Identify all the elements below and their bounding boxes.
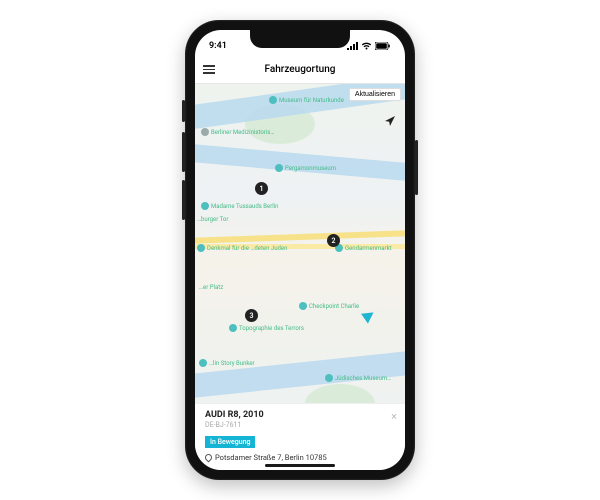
vehicle-address: Potsdamer Straße 7, Berlin 10785 <box>205 453 395 462</box>
vehicle-marker[interactable]: 3 <box>245 309 258 322</box>
location-arrow-icon <box>384 115 396 127</box>
nav-bar: Fahrzeugortung <box>195 56 405 84</box>
wifi-icon <box>361 42 372 50</box>
poi-label[interactable]: Berliner Medizinistoris… <box>201 128 274 136</box>
menu-icon[interactable] <box>203 65 215 74</box>
poi-label[interactable]: Topographie des Terrors <box>229 324 304 332</box>
poi-label[interactable]: …burger Tor <box>197 216 228 223</box>
vehicle-marker[interactable]: 2 <box>327 234 340 247</box>
poi-label[interactable]: Jüdisches Museum… <box>325 374 391 382</box>
status-bar: 9:41 <box>195 30 405 56</box>
map-view[interactable]: Aktualisieren Museum für Naturkunde Berl… <box>195 84 405 403</box>
vehicle-plate: DE-BJ-7611 <box>205 421 395 429</box>
poi-label[interactable]: Denkmal für die …deten Juden <box>197 244 287 252</box>
status-time: 9:41 <box>209 41 227 51</box>
locate-button[interactable] <box>383 114 397 128</box>
poi-label[interactable]: Checkpoint Charlie <box>299 302 359 310</box>
phone-side-button <box>182 180 185 220</box>
poi-label[interactable]: Museum für Naturkunde <box>269 96 344 104</box>
pin-icon <box>204 453 214 463</box>
close-icon[interactable]: × <box>391 410 397 423</box>
vehicle-card: × AUDI R8, 2010 DE-BJ-7611 In Bewegung P… <box>195 403 405 470</box>
phone-side-button <box>415 140 418 195</box>
battery-icon <box>375 42 391 50</box>
home-indicator[interactable] <box>265 464 335 467</box>
status-icons <box>347 42 391 50</box>
map-river <box>195 142 405 184</box>
signal-icon <box>347 42 358 50</box>
vehicle-title: AUDI R8, 2010 <box>205 410 395 420</box>
phone-side-button <box>182 100 185 122</box>
current-direction-icon <box>361 307 377 323</box>
map-road <box>195 230 405 244</box>
poi-label[interactable]: Gendarmenmarkt <box>335 244 392 252</box>
poi-label[interactable]: …er Platz <box>199 284 223 291</box>
refresh-button[interactable]: Aktualisieren <box>349 88 401 101</box>
poi-label[interactable]: …lin Story Bunker <box>199 359 255 367</box>
phone-side-button <box>182 132 185 172</box>
phone-screen: 9:41 Fahrzeugortung Aktualisieren Muse <box>195 30 405 470</box>
vehicle-marker[interactable]: 1 <box>255 182 268 195</box>
phone-frame: 9:41 Fahrzeugortung Aktualisieren Muse <box>185 20 415 480</box>
map-park <box>305 384 375 403</box>
poi-label[interactable]: Pergamonmuseum <box>275 164 336 172</box>
poi-label[interactable]: Madame Tussauds Berlin <box>201 202 279 210</box>
page-title: Fahrzeugortung <box>265 64 336 75</box>
status-badge: In Bewegung <box>205 436 255 448</box>
